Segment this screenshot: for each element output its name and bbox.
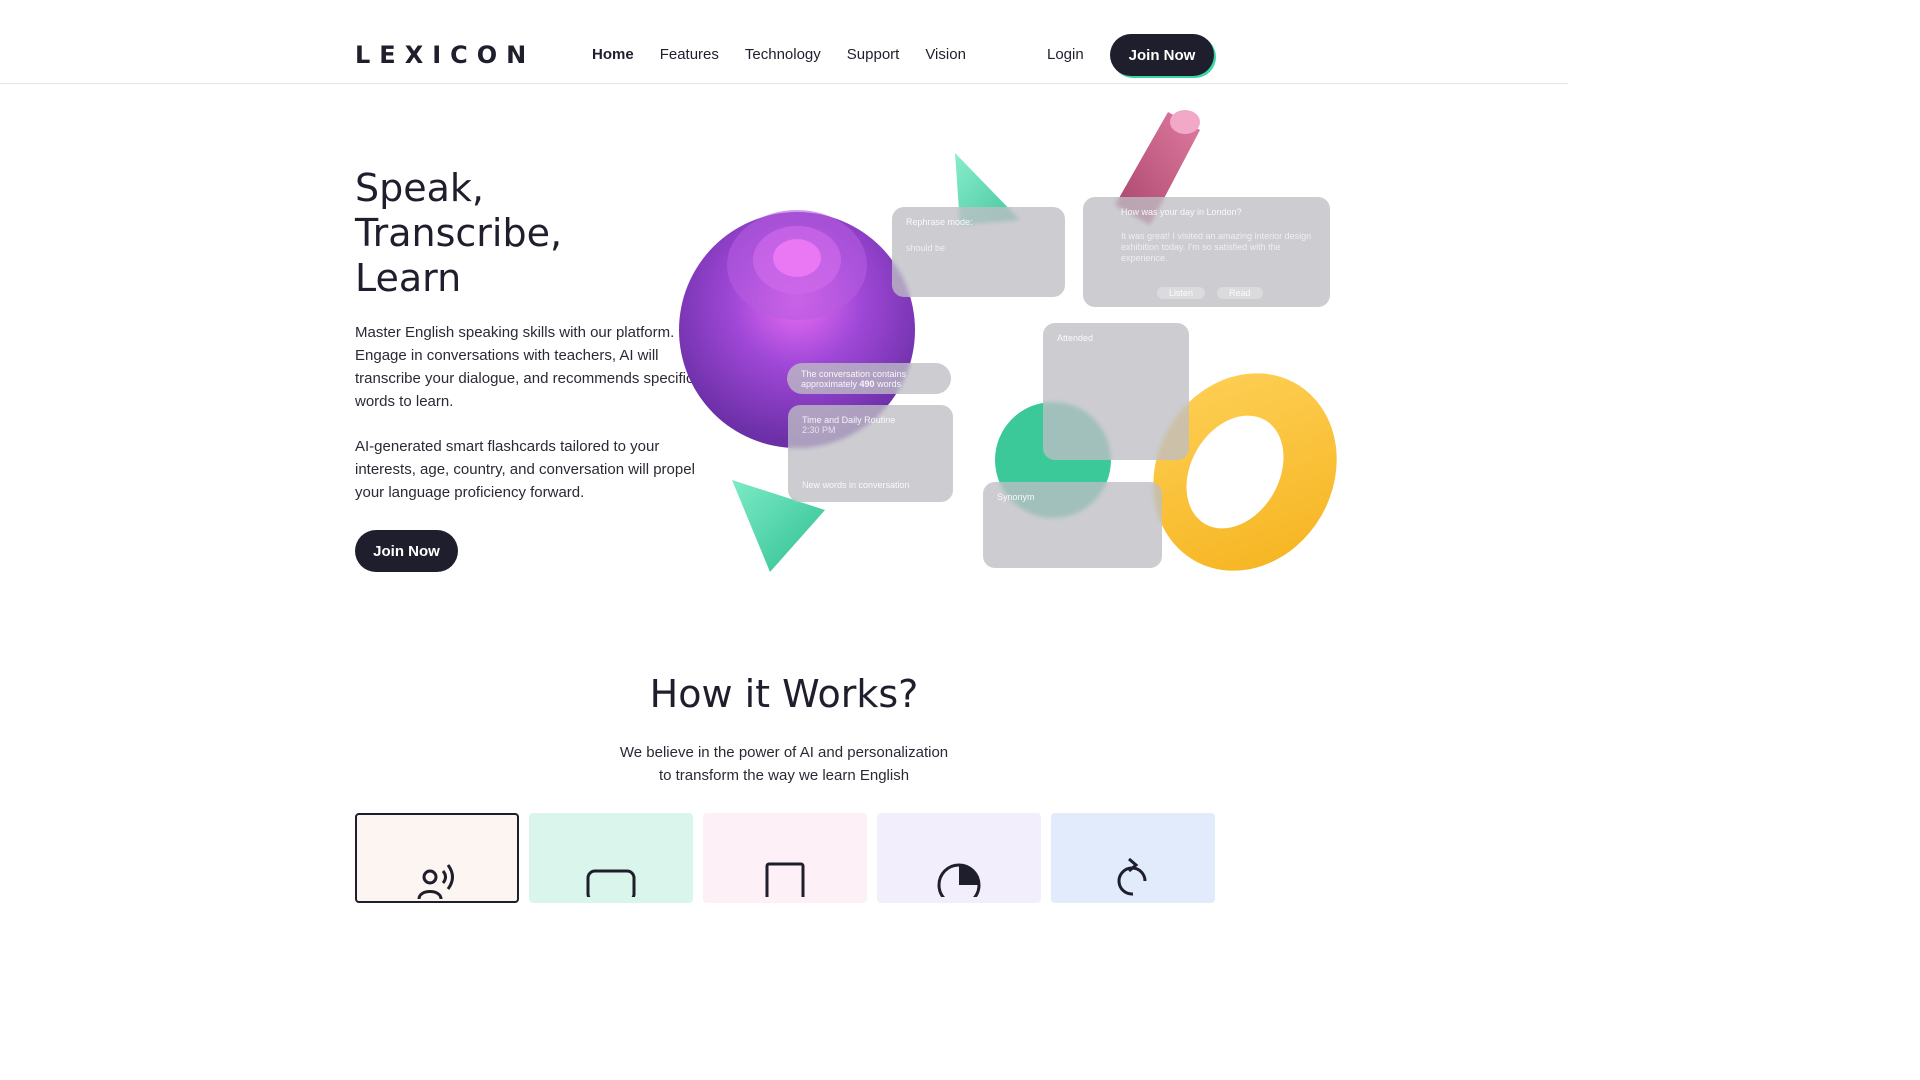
- synonym-title: Synonym: [997, 492, 1035, 502]
- rephrase-card-title: Rephrase mode:: [906, 217, 973, 227]
- how-subtitle-line: to transform the way we learn English: [658, 767, 910, 784]
- step-card-speak[interactable]: [355, 813, 519, 903]
- join-now-header-button[interactable]: Join Now: [1110, 34, 1214, 76]
- step-card-analyze[interactable]: [877, 813, 1041, 903]
- main-nav: Home Features Technology Support Vision: [592, 46, 966, 67]
- conversation-count-card: The conversation contains approximately …: [787, 363, 951, 394]
- nav-item-technology[interactable]: Technology: [745, 46, 821, 63]
- hero-title: Speak, Transcribe, Learn: [355, 166, 562, 301]
- hero-title-line: Transcribe,: [355, 211, 563, 255]
- step-card-learn[interactable]: [703, 813, 867, 903]
- conversation-count-unit: words: [877, 379, 902, 389]
- conversation-count-value: 490: [859, 379, 875, 389]
- nav-item-home[interactable]: Home: [592, 46, 634, 67]
- site-header: LEXICON Home Features Technology Support…: [0, 0, 1568, 84]
- how-it-works-title: How it Works?: [649, 672, 919, 716]
- logo[interactable]: LEXICON: [355, 41, 535, 69]
- attended-card: Attended: [1043, 323, 1189, 460]
- how-it-works-subtitle: We believe in the power of AI and person…: [0, 741, 1568, 787]
- chat-listen-button[interactable]: Listen: [1157, 287, 1206, 299]
- hero-title-line: Learn: [355, 256, 462, 300]
- nav-item-vision[interactable]: Vision: [925, 46, 966, 63]
- hero-title-line: Speak,: [355, 166, 484, 210]
- attended-title: Attended: [1057, 333, 1094, 343]
- routine-footer: New words in conversation: [802, 480, 910, 490]
- synonym-card: Synonym: [983, 482, 1162, 568]
- how-subtitle-line: We believe in the power of AI and person…: [619, 744, 949, 761]
- rephrase-card-should-be: should be: [906, 243, 946, 253]
- login-link[interactable]: Login: [1047, 46, 1084, 63]
- rephrase-card: Rephrase mode: should be: [892, 207, 1065, 297]
- chat-read-button[interactable]: Read: [1217, 287, 1263, 299]
- chat-card: How was your day in London? It was great…: [1083, 197, 1330, 307]
- how-it-works-steps: [355, 813, 1215, 903]
- refresh-icon: [1117, 857, 1147, 896]
- hero-description: Master English speaking skills with our …: [355, 324, 694, 410]
- hero-illustration: Rephrase mode: should be How was your da…: [670, 100, 1350, 590]
- nav-item-features[interactable]: Features: [660, 46, 719, 63]
- square-doc-icon: [765, 862, 805, 897]
- chat-question: How was your day in London?: [1121, 207, 1242, 217]
- routine-card: Time and Daily Routine 2:30 PM New words…: [788, 405, 953, 502]
- nav-item-support[interactable]: Support: [847, 46, 900, 63]
- chat-actions: Listen Read: [1157, 287, 1263, 299]
- routine-time: 2:30 PM: [802, 425, 836, 435]
- chat-answer: It was great! I visited an amazing inter…: [1121, 231, 1312, 263]
- join-now-hero-button[interactable]: Join Now: [355, 530, 458, 572]
- speaking-person-icon: [417, 864, 454, 899]
- hero-flashcards-description: AI-generated smart flashcards tailored t…: [355, 438, 695, 501]
- step-card-transcribe[interactable]: [529, 813, 693, 903]
- step-card-repeat[interactable]: [1051, 813, 1215, 903]
- image-card-icon: [586, 869, 636, 897]
- pie-chart-icon: [937, 863, 981, 897]
- routine-title: Time and Daily Routine: [802, 415, 896, 425]
